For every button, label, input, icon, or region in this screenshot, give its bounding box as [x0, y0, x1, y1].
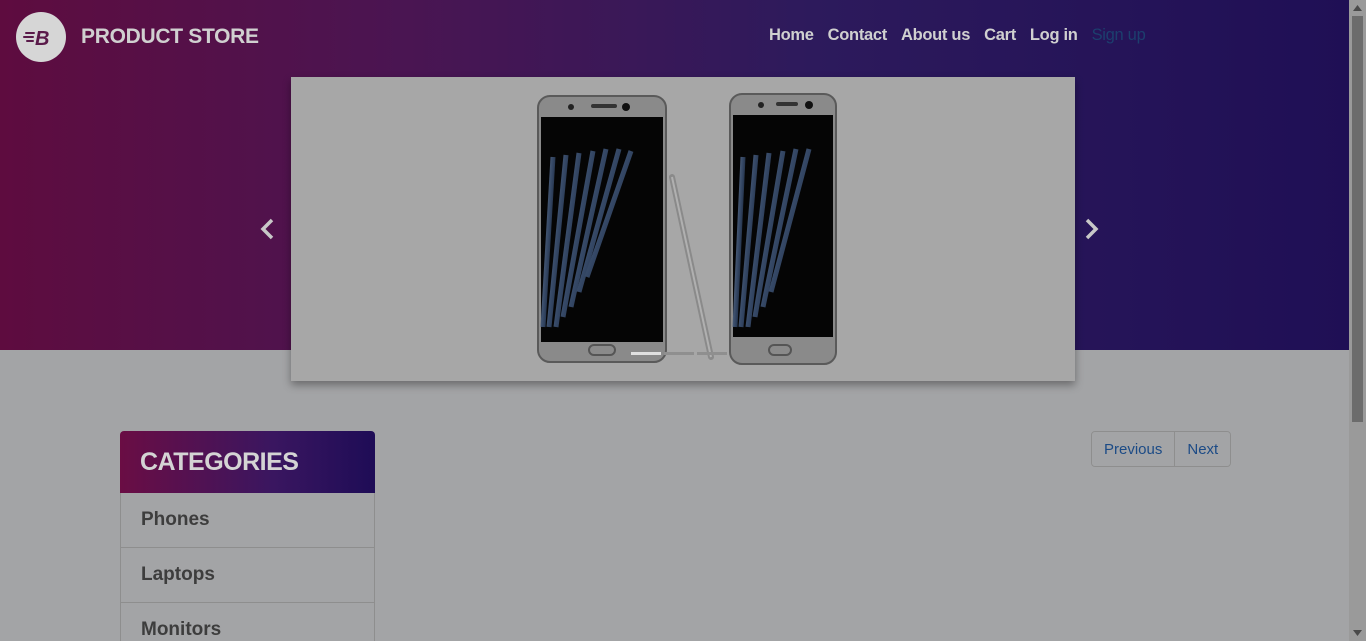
scrollbar-thumb[interactable]: [1352, 16, 1363, 422]
categories-panel: CATEGORIES Phones Laptops Monitors: [120, 431, 375, 641]
pagination: Previous Next: [1091, 431, 1232, 467]
category-monitors[interactable]: Monitors: [120, 603, 375, 641]
navbar: B PRODUCT STORE Home Contact About us Ca…: [0, 0, 1349, 76]
nav-cart[interactable]: Cart: [977, 26, 1023, 45]
scroll-up-icon[interactable]: [1349, 0, 1366, 16]
brand[interactable]: B PRODUCT STORE: [16, 12, 259, 62]
brand-name: PRODUCT STORE: [81, 25, 259, 48]
carousel-next-icon[interactable]: [1081, 218, 1101, 240]
nav-contact[interactable]: Contact: [821, 26, 894, 45]
page-scrollbar[interactable]: [1349, 0, 1366, 641]
nav-sign-up[interactable]: Sign up: [1085, 26, 1153, 45]
categories-title[interactable]: CATEGORIES: [120, 431, 375, 493]
next-button[interactable]: Next: [1174, 432, 1231, 466]
product-carousel: [291, 77, 1075, 381]
nav-home[interactable]: Home: [762, 26, 821, 45]
carousel-indicator[interactable]: [697, 352, 727, 355]
category-laptops[interactable]: Laptops: [120, 548, 375, 603]
carousel-indicator[interactable]: [664, 352, 694, 355]
previous-button[interactable]: Previous: [1092, 432, 1175, 466]
store-logo-icon: B: [16, 12, 66, 62]
samsung-phones-image: [537, 93, 837, 365]
nav-links: Home Contact About us Cart Log in Sign u…: [762, 26, 1152, 45]
scroll-down-icon[interactable]: [1349, 625, 1366, 641]
svg-text:B: B: [35, 28, 49, 49]
category-phones[interactable]: Phones: [120, 493, 375, 548]
nav-log-in[interactable]: Log in: [1023, 26, 1085, 45]
carousel-indicators: [631, 352, 727, 355]
carousel-indicator[interactable]: [631, 352, 661, 355]
carousel-prev-icon[interactable]: [258, 218, 278, 240]
nav-about-us[interactable]: About us: [894, 26, 977, 45]
